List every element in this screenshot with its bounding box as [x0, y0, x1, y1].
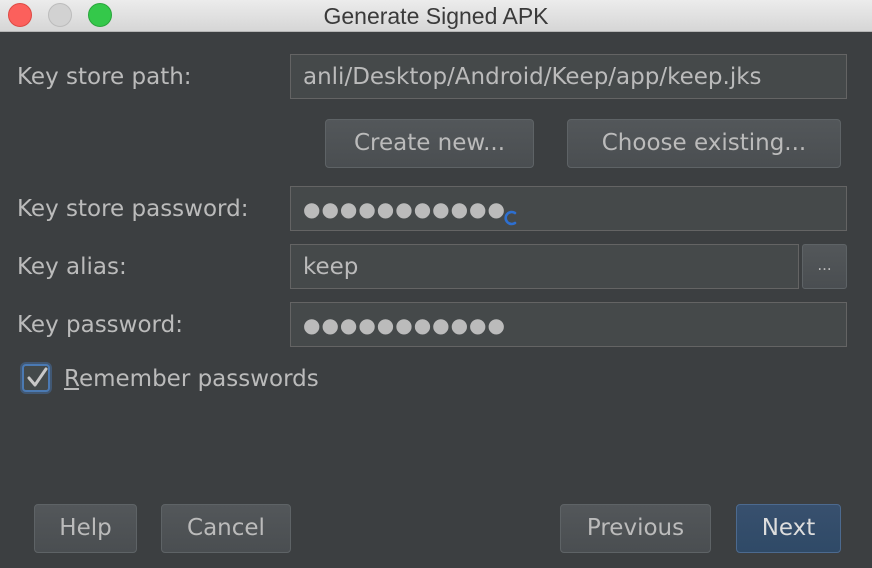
remember-passwords-checkbox[interactable] — [22, 364, 50, 392]
remember-passwords-label[interactable]: Remember passwords — [64, 364, 319, 394]
key-password-field[interactable]: ●●●●●●●●●●● — [290, 302, 847, 347]
key-alias-label: Key alias: — [17, 254, 127, 280]
key-store-password-value: ●●●●●●●●●●● — [303, 197, 506, 221]
key-store-path-label: Key store path: — [17, 64, 192, 90]
remember-label-rest: emember passwords — [78, 366, 319, 392]
title-bar: Generate Signed APK — [0, 0, 872, 32]
key-store-password-label: Key store password: — [17, 196, 249, 222]
remember-mnemonic: R — [64, 366, 79, 392]
key-alias-value: keep — [303, 254, 359, 280]
key-store-password-field[interactable]: ●●●●●●●●●●● — [290, 186, 847, 231]
checkmark-icon — [27, 367, 48, 387]
key-password-label: Key password: — [17, 312, 183, 338]
next-button[interactable]: Next — [736, 504, 841, 553]
create-new-button[interactable]: Create new... — [325, 119, 534, 168]
choose-existing-button[interactable]: Choose existing... — [567, 119, 841, 168]
key-store-path-value: anli/Desktop/Android/Keep/app/keep.jks — [303, 64, 762, 90]
previous-button[interactable]: Previous — [560, 504, 711, 553]
help-button[interactable]: Help — [34, 504, 137, 553]
key-store-path-field[interactable]: anli/Desktop/Android/Keep/app/keep.jks — [290, 54, 847, 99]
key-password-value: ●●●●●●●●●●● — [303, 313, 506, 337]
key-alias-browse-button[interactable]: ... — [802, 244, 847, 289]
cancel-button[interactable]: Cancel — [161, 504, 291, 553]
key-alias-field[interactable]: keep — [290, 244, 799, 289]
window-title: Generate Signed APK — [323, 3, 549, 29]
generate-signed-apk-dialog: Generate Signed APK Key store path: anli… — [0, 0, 872, 568]
spinner-icon — [504, 210, 517, 226]
